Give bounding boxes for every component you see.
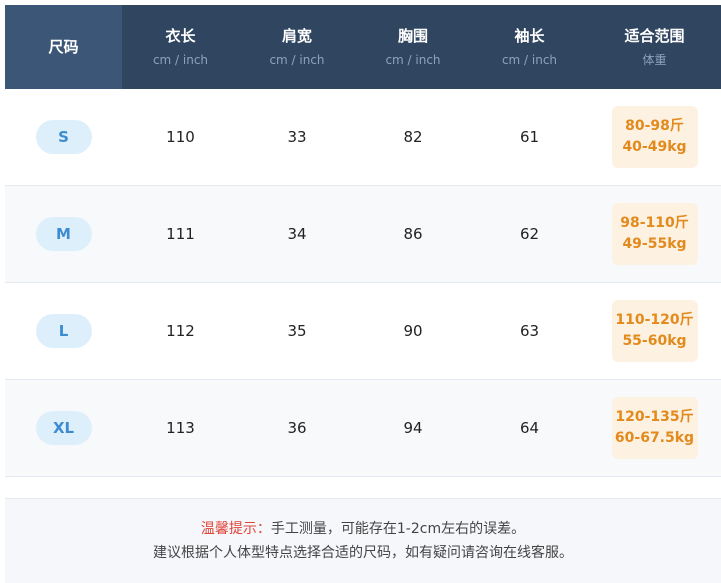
table-row: S 110 33 82 61 80-98斤 40-49kg: [5, 89, 721, 186]
note-line-1: 温馨提示：手工测量，可能存在1-2cm左右的误差。: [201, 517, 525, 541]
table-body: S 110 33 82 61 80-98斤 40-49kg M 111 34 8…: [5, 89, 721, 477]
fit-badge: 110-120斤 55-60kg: [611, 300, 698, 362]
header-size: 尺码: [5, 5, 122, 89]
chest-cell: 94: [403, 419, 423, 437]
sleeve-cell: 62: [519, 225, 540, 243]
header-shoulder-unit: cm / inch: [269, 53, 325, 67]
fit-kg: 49-55kg: [622, 236, 687, 252]
sleeve-cell: 64: [519, 419, 540, 437]
header-length-unit: cm / inch: [152, 53, 209, 67]
header-length: 衣长 cm / inch: [122, 5, 239, 89]
chest-cell: 86: [403, 225, 423, 243]
sleeve-cell: 63: [519, 322, 540, 340]
shoulder-cell: 33: [287, 128, 307, 146]
chest-cell: 90: [403, 322, 423, 340]
fit-badge: 120-135斤 60-67.5kg: [611, 397, 698, 459]
table-header: 尺码 衣长 cm / inch 肩宽 cm / inch 胸围 cm / inc…: [5, 5, 721, 89]
note-line-2: 建议根据个人体型特点选择合适的尺码，如有疑问请咨询在线客服。: [153, 545, 573, 561]
header-shoulder-title: 肩宽: [281, 27, 312, 45]
sleeve-cell: 61: [519, 128, 540, 146]
header-sleeve: 袖长 cm / inch: [471, 5, 588, 89]
shoulder-cell: 36: [287, 419, 307, 437]
header-chest-title: 胸围: [397, 27, 428, 45]
size-badge: M: [35, 217, 92, 251]
table-row: L 112 35 90 63 110-120斤 55-60kg: [5, 283, 721, 380]
fit-kg: 55-60kg: [622, 333, 687, 349]
header-chest: 胸围 cm / inch: [355, 5, 471, 89]
fit-jin: 80-98斤: [625, 118, 684, 134]
header-chest-unit: cm / inch: [385, 53, 441, 67]
fit-jin: 98-110斤: [620, 215, 689, 231]
size-badge: S: [35, 120, 92, 154]
fit-badge: 80-98斤 40-49kg: [611, 106, 698, 168]
shoulder-cell: 34: [287, 225, 307, 243]
fit-badge: 98-110斤 49-55kg: [611, 203, 698, 265]
fit-kg: 40-49kg: [622, 139, 687, 155]
tip-label: 温馨提示：: [200, 521, 271, 537]
table-row: XL 113 36 94 64 120-135斤 60-67.5kg: [5, 380, 721, 477]
length-cell: 112: [166, 322, 195, 340]
table-row: M 111 34 86 62 98-110斤 49-55kg: [5, 186, 721, 283]
tip-text-1: 手工测量，可能存在1-2cm左右的误差。: [270, 521, 526, 537]
header-sleeve-unit: cm / inch: [501, 53, 558, 67]
fit-jin: 120-135斤: [615, 409, 694, 425]
header-size-label: 尺码: [48, 38, 79, 56]
header-fit-unit: 体重: [642, 53, 667, 67]
header-fit-title: 适合范围: [624, 27, 685, 45]
header-length-title: 衣长: [165, 27, 196, 45]
chest-cell: 82: [403, 128, 423, 146]
length-cell: 113: [166, 419, 195, 437]
measurement-note: 温馨提示：手工测量，可能存在1-2cm左右的误差。 建议根据个人体型特点选择合适…: [5, 498, 721, 583]
size-badge: XL: [35, 411, 92, 445]
length-cell: 111: [166, 225, 195, 243]
size-badge: L: [35, 314, 92, 348]
header-shoulder: 肩宽 cm / inch: [239, 5, 355, 89]
header-sleeve-title: 袖长: [514, 27, 545, 45]
length-cell: 110: [166, 128, 195, 146]
shoulder-cell: 35: [287, 322, 307, 340]
header-fit: 适合范围 体重: [588, 5, 721, 89]
size-chart: 尺码 衣长 cm / inch 肩宽 cm / inch 胸围 cm / inc…: [0, 0, 721, 583]
fit-kg: 60-67.5kg: [614, 430, 695, 446]
fit-jin: 110-120斤: [615, 312, 694, 328]
